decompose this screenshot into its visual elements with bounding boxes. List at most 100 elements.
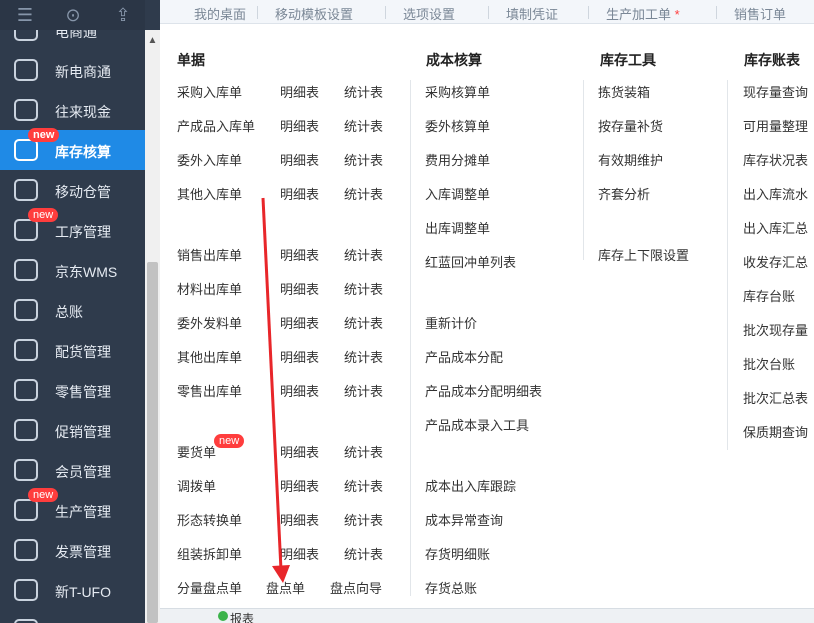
menu-item-tool[interactable]: 拣货装箱 [598,82,650,101]
menu-item-cost[interactable]: 产品成本分配 [425,347,503,366]
menu-item-doc[interactable]: 形态转换单 [177,510,242,529]
sidebar-item-6[interactable]: 工序管理 new [0,208,145,250]
menu-item-ledger[interactable]: 批次汇总表 [743,388,808,407]
tab-3[interactable]: 选项设置 [403,4,455,23]
menu-item-tool[interactable]: 齐套分析 [598,184,650,203]
menu-item-doc[interactable]: 产成品入库单 [177,116,255,135]
menu-item-doc[interactable]: 明细表 [280,381,319,400]
menu-item-ledger[interactable]: 保质期查询 [743,422,808,441]
menu-item-ledger[interactable]: 出入库流水 [743,184,808,203]
menu-item-doc[interactable]: 销售出库单 [177,245,242,264]
menu-item-doc[interactable]: 统计表 [344,313,383,332]
menu-item-doc[interactable]: 统计表 [344,82,383,101]
menu-item-cost[interactable]: 委外核算单 [425,116,490,135]
sidebar-item-13[interactable]: 生产管理 new [0,488,145,530]
scroll-up-icon[interactable]: ▲ [145,34,160,48]
menu-item-doc[interactable]: 明细表 [280,150,319,169]
menu-item-doc[interactable]: 材料出库单 [177,279,242,298]
sidebar-item-12[interactable]: 会员管理 [0,450,145,490]
sidebar-item-14[interactable]: 发票管理 [0,530,145,570]
menu-item-doc[interactable]: 统计表 [344,442,383,461]
menu-item-doc[interactable]: 组装拆卸单 [177,544,242,563]
menu-item-cost[interactable]: 成本异常查询 [425,510,503,529]
menu-item-tool[interactable]: 按存量补货 [598,116,663,135]
sidebar-item-15[interactable]: 新T-UFO [0,570,145,610]
menu-icon[interactable]: ☰ [15,5,35,25]
menu-item-doc[interactable]: 明细表 [280,245,319,264]
menu-item-doc[interactable]: 统计表 [344,347,383,366]
menu-item-cost[interactable]: 产品成本分配明细表 [425,381,542,400]
menu-item-doc[interactable]: 零售出库单 [177,381,242,400]
menu-item-cost[interactable]: 入库调整单 [425,184,490,203]
tree-item-report[interactable]: 报表 [230,610,254,623]
menu-item-doc[interactable]: 统计表 [344,184,383,203]
menu-item-doc[interactable]: 统计表 [344,245,383,264]
tab-1[interactable]: 我的桌面 [194,4,246,23]
menu-item-cost[interactable]: 费用分摊单 [425,150,490,169]
sidebar-item-7[interactable]: 京东WMS [0,250,145,290]
menu-item-doc[interactable]: 统计表 [344,279,383,298]
sidebar-item-11[interactable]: 促销管理 [0,410,145,450]
menu-item-cost[interactable]: 采购核算单 [425,82,490,101]
scrollbar-thumb[interactable] [147,262,158,623]
menu-item-cost[interactable]: 红蓝回冲单列表 [425,252,516,271]
search-icon[interactable]: ⊙ [63,5,83,25]
menu-item-tool[interactable]: 库存上下限设置 [598,245,689,264]
menu-item-doc[interactable]: 其他入库单 [177,184,242,203]
menu-item-doc[interactable]: 明细表 [280,544,319,563]
menu-item-doc[interactable]: 明细表 [280,313,319,332]
sidebar-item-4[interactable]: 库存核算 new [0,128,145,170]
menu-item-doc[interactable]: 其他出库单 [177,347,242,366]
menu-item-doc[interactable]: 委外入库单 [177,150,242,169]
tab-5[interactable]: 生产加工单 * [606,4,680,23]
menu-item-doc[interactable]: 盘点单 [266,578,305,597]
menu-item-ledger[interactable]: 库存台账 [743,286,795,305]
sidebar-item-16[interactable] [0,610,145,623]
menu-item-doc[interactable]: 统计表 [344,116,383,135]
sidebar-item-1[interactable]: 电商通 [0,30,145,50]
tab-4[interactable]: 填制凭证 [506,4,558,23]
menu-item-cost[interactable]: 产品成本录入工具 [425,415,529,434]
sidebar-item-2[interactable]: 新电商通 [0,50,145,90]
tab-6[interactable]: 销售订单 [734,4,786,23]
menu-item-doc[interactable]: 分量盘点单 [177,578,242,597]
menu-item-doc[interactable]: 明细表 [280,184,319,203]
sidebar-item-9[interactable]: 配货管理 [0,330,145,370]
menu-item-doc[interactable]: 委外发料单 [177,313,242,332]
menu-item-doc[interactable]: 明细表 [280,442,319,461]
menu-item-doc[interactable]: 统计表 [344,476,383,495]
menu-item-cost[interactable]: 成本出入库跟踪 [425,476,516,495]
menu-item-ledger[interactable]: 库存状况表 [743,150,808,169]
menu-item-cost[interactable]: 出库调整单 [425,218,490,237]
menu-item-doc[interactable]: 明细表 [280,116,319,135]
menu-item-ledger[interactable]: 现存量查询 [743,82,808,101]
menu-item-tool[interactable]: 有效期维护 [598,150,663,169]
menu-item-ledger[interactable]: 批次台账 [743,354,795,373]
menu-item-doc[interactable]: 明细表 [280,510,319,529]
sidebar-item-10[interactable]: 零售管理 [0,370,145,410]
sidebar-item-8[interactable]: 总账 [0,290,145,330]
menu-item-doc[interactable]: 盘点向导 [330,578,382,597]
menu-item-ledger[interactable]: 批次现存量 [743,320,808,339]
menu-item-doc[interactable]: 采购入库单 [177,82,242,101]
menu-item-doc[interactable]: 明细表 [280,82,319,101]
menu-item-ledger[interactable]: 收发存汇总 [743,252,808,271]
menu-item-doc[interactable]: 调拨单 [177,476,216,495]
menu-item-ledger[interactable]: 出入库汇总 [743,218,808,237]
menu-item-doc[interactable]: 统计表 [344,510,383,529]
menu-item-cost[interactable]: 存货总账 [425,578,477,597]
sidebar-item-3[interactable]: 往来现金 [0,90,145,130]
menu-item-doc[interactable]: 统计表 [344,150,383,169]
menu-item-cost[interactable]: 存货明细账 [425,544,490,563]
menu-item-doc[interactable]: 明细表 [280,476,319,495]
sidebar-item-5[interactable]: 移动仓管 [0,170,145,210]
menu-item-doc[interactable]: 明细表 [280,347,319,366]
export-icon[interactable]: ⇪ [113,5,133,25]
tab-2[interactable]: 移动模板设置 [275,4,353,23]
menu-item-doc[interactable]: 要货单 [177,442,216,461]
menu-item-ledger[interactable]: 可用量整理 [743,116,808,135]
menu-item-doc[interactable]: 明细表 [280,279,319,298]
menu-item-doc[interactable]: 统计表 [344,544,383,563]
menu-item-cost[interactable]: 重新计价 [425,313,477,332]
menu-item-doc[interactable]: 统计表 [344,381,383,400]
